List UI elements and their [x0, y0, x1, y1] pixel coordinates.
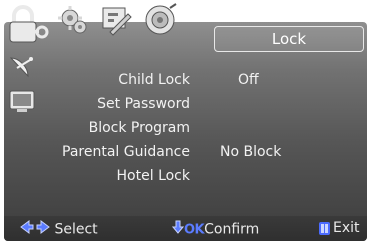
down-arrow-icon — [171, 220, 185, 239]
lock-icon[interactable] — [6, 4, 50, 48]
exit-hint: Exit — [319, 220, 360, 237]
exit-label: Exit — [333, 220, 360, 236]
menu-row-set-password[interactable]: Set Password — [40, 92, 360, 116]
exit-key-icon — [319, 221, 330, 235]
menu-label: Block Program — [88, 120, 190, 136]
menu-row-parental-guidance[interactable]: Parental Guidance No Block — [40, 140, 360, 164]
menu-row-block-program[interactable]: Block Program — [40, 116, 360, 140]
menu-label: Hotel Lock — [116, 168, 190, 184]
speaker-icon[interactable] — [142, 2, 180, 38]
confirm-hint: OKConfirm — [171, 220, 260, 239]
gear-icon[interactable] — [56, 4, 90, 38]
page-title: Lock — [214, 26, 364, 52]
footer-hint-bar: Select OKConfirm Exit — [4, 216, 367, 241]
confirm-label: Confirm — [204, 221, 260, 238]
select-label: Select — [54, 221, 98, 238]
menu-label: Parental Guidance — [62, 144, 190, 160]
menu-label: Set Password — [97, 96, 190, 112]
ok-key-label: OK — [184, 222, 205, 238]
select-hint: Select — [20, 220, 98, 239]
menu-row-child-lock[interactable]: Child Lock Off — [40, 68, 360, 92]
menu-value: Off — [238, 72, 259, 88]
tools-icon[interactable] — [100, 4, 134, 38]
menu-row-hotel-lock[interactable]: Hotel Lock — [40, 164, 360, 188]
menu-value: No Block — [220, 144, 282, 160]
menu-label: Child Lock — [118, 72, 190, 88]
left-right-arrow-icon — [20, 220, 50, 239]
